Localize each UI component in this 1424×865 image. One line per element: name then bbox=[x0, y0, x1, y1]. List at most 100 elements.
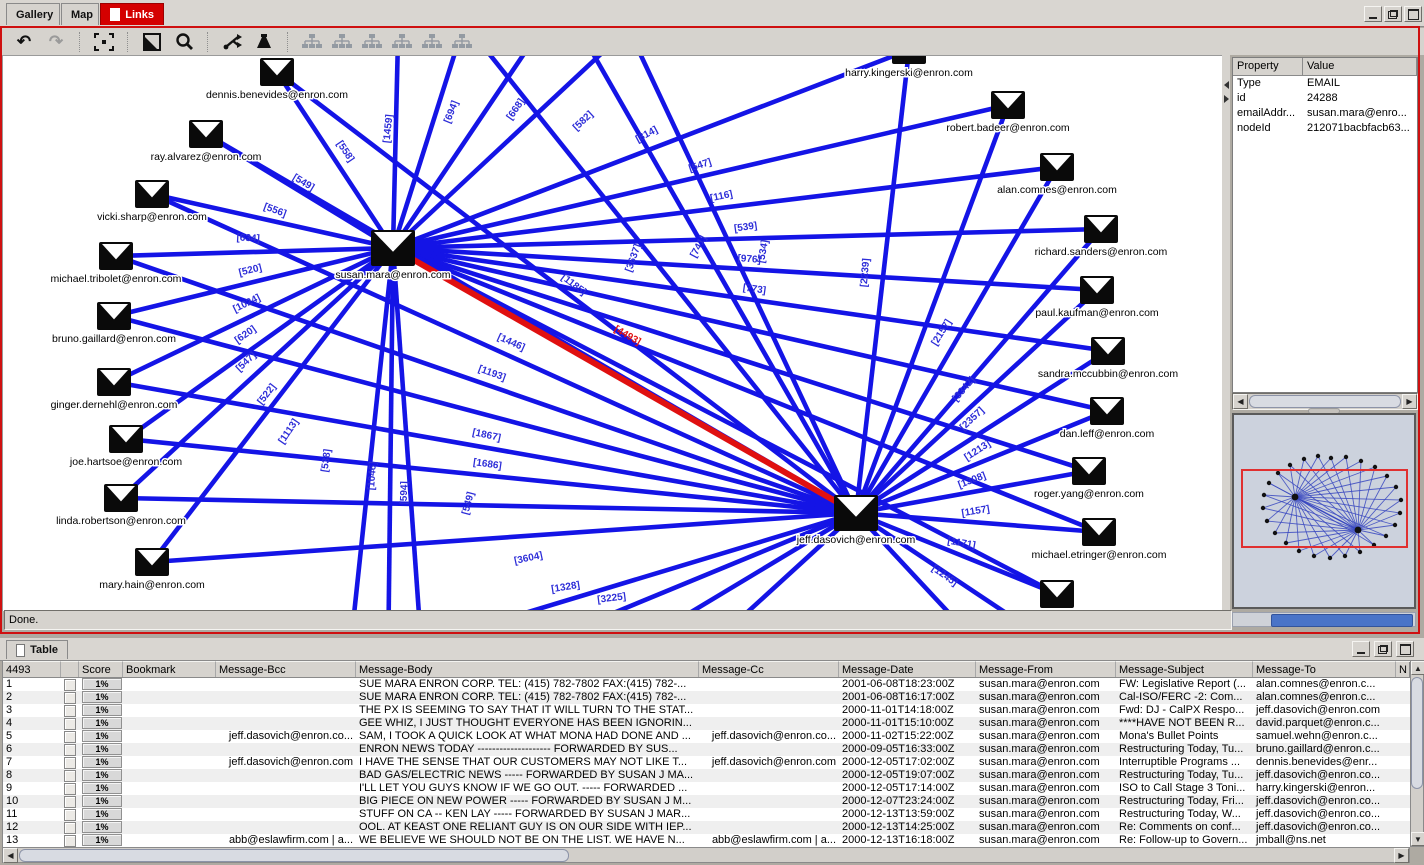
expand-right-icon[interactable] bbox=[1224, 95, 1229, 103]
table-row[interactable]: 111%STUFF ON CA -- KEN LAY ----- FORWARD… bbox=[3, 808, 1411, 821]
scroll-down-icon[interactable]: ▼ bbox=[1411, 832, 1424, 846]
zoom-magnifier-button[interactable] bbox=[172, 31, 196, 53]
column-header-n[interactable]: N bbox=[1396, 661, 1411, 677]
tree-layout-3-button[interactable] bbox=[360, 31, 384, 53]
graph-overview-minimap[interactable] bbox=[1232, 413, 1416, 609]
graph-node-robert.badeer[interactable]: robert.badeer@enron.com bbox=[946, 91, 1070, 134]
table-row[interactable]: 11%SUE MARA ENRON CORP. TEL: (415) 782-7… bbox=[3, 678, 1411, 691]
tree-layout-1-button[interactable] bbox=[300, 31, 324, 53]
graph-node-richard.sanders[interactable]: richard.sanders@enron.com bbox=[1035, 215, 1168, 258]
bookmark-checkbox[interactable] bbox=[64, 809, 76, 821]
maximize-button[interactable] bbox=[1404, 6, 1422, 22]
table-restore-button[interactable] bbox=[1374, 641, 1392, 657]
table-row[interactable]: 21%SUE MARA ENRON CORP. TEL: (415) 782-7… bbox=[3, 691, 1411, 704]
graph-edge[interactable] bbox=[393, 56, 399, 248]
tree-layout-6-button[interactable] bbox=[450, 31, 474, 53]
table-hscroll-thumb[interactable] bbox=[19, 849, 569, 862]
table-maximize-button[interactable] bbox=[1396, 641, 1414, 657]
bookmark-checkbox[interactable] bbox=[64, 822, 76, 834]
graph-edge[interactable] bbox=[152, 248, 393, 562]
minimize-button[interactable] bbox=[1364, 6, 1382, 22]
table-row[interactable]: 31%THE PX IS SEEMING TO SAY THAT IT WILL… bbox=[3, 704, 1411, 717]
bookmark-checkbox[interactable] bbox=[64, 835, 76, 847]
table-row[interactable]: 121%OOL. AT KEAST ONE RELIANT GUY IS ON … bbox=[3, 821, 1411, 834]
graph-node-alan.comnes[interactable]: alan.comnes@enron.com bbox=[997, 153, 1117, 196]
graph-edge[interactable] bbox=[393, 105, 1008, 248]
table-vscrollbar[interactable]: ▲ ▼ bbox=[1410, 660, 1424, 847]
graph-node-linda.robertson[interactable]: linda.robertson@enron.com bbox=[56, 484, 186, 527]
bookmark-checkbox[interactable] bbox=[64, 783, 76, 795]
table-row[interactable]: 41%GEE WHIZ, I JUST THOUGHT EVERYONE HAS… bbox=[3, 717, 1411, 730]
column-header-message-body[interactable]: Message-Body bbox=[356, 661, 699, 677]
undo-button[interactable]: ↶ bbox=[12, 31, 36, 53]
table-row[interactable]: 81%BAD GAS/ELECTRIC NEWS ----- FORWARDED… bbox=[3, 769, 1411, 782]
restore-button[interactable] bbox=[1384, 6, 1402, 22]
column-header-message-date[interactable]: Message-Date bbox=[839, 661, 976, 677]
tab-gallery[interactable]: Gallery bbox=[6, 3, 60, 25]
tab-links[interactable]: Links bbox=[100, 3, 164, 25]
column-header-message-bcc[interactable]: Message-Bcc bbox=[216, 661, 356, 677]
table-hscrollbar[interactable]: ◀ ▶ bbox=[2, 847, 1410, 863]
path-fork-button[interactable] bbox=[220, 31, 244, 53]
filter-flask-button[interactable] bbox=[252, 31, 276, 53]
link-graph-canvas[interactable]: [1459][694][668][582][814][547][116][539… bbox=[2, 55, 1223, 611]
tab-table[interactable]: Table bbox=[6, 640, 68, 659]
table-row[interactable]: 131%abb@eslawfirm.com | a...WE BELIEVE W… bbox=[3, 834, 1411, 847]
zoom-area-button[interactable] bbox=[140, 31, 164, 53]
zoom-fit-button[interactable] bbox=[92, 31, 116, 53]
tab-map[interactable]: Map bbox=[61, 3, 99, 25]
column-header-message-subject[interactable]: Message-Subject bbox=[1116, 661, 1253, 677]
scroll-up-icon[interactable]: ▲ bbox=[1411, 661, 1424, 675]
graph-node-dennis.benevides[interactable]: dennis.benevides@enron.com bbox=[206, 58, 348, 101]
collapse-left-icon[interactable] bbox=[1224, 81, 1229, 89]
column-header-4493[interactable]: 4493 bbox=[3, 661, 61, 677]
column-header-message-cc[interactable]: Message-Cc bbox=[699, 661, 839, 677]
graph-node-email[interactable] bbox=[1040, 580, 1074, 608]
table-vscroll-thumb[interactable] bbox=[1411, 677, 1423, 789]
property-row[interactable]: emailAddr...susan.mara@enro... bbox=[1233, 106, 1417, 121]
column-header-score[interactable]: Score bbox=[79, 661, 123, 677]
scroll-left-icon[interactable]: ◀ bbox=[3, 848, 18, 863]
graph-edge[interactable] bbox=[393, 56, 473, 248]
table-row[interactable]: 51%jeff.dasovich@enron.co...SAM, I TOOK … bbox=[3, 730, 1411, 743]
redo-button[interactable]: ↷ bbox=[44, 31, 68, 53]
bookmark-checkbox[interactable] bbox=[64, 796, 76, 808]
column-header-property[interactable]: Property bbox=[1233, 58, 1303, 75]
graph-node-harry.kingerski[interactable]: harry.kingerski@enron.com bbox=[845, 56, 973, 79]
graph-edge[interactable] bbox=[116, 248, 393, 256]
bookmark-checkbox[interactable] bbox=[64, 692, 76, 704]
table-row[interactable]: 71%jeff.dasovich@enron.comI HAVE THE SEN… bbox=[3, 756, 1411, 769]
scroll-right-icon[interactable]: ▶ bbox=[1402, 394, 1417, 409]
table-minimize-button[interactable] bbox=[1352, 641, 1370, 657]
bookmark-checkbox[interactable] bbox=[64, 705, 76, 717]
minimap-hscrollbar[interactable] bbox=[1232, 612, 1416, 627]
graph-node-mary.hain[interactable]: mary.hain@enron.com bbox=[99, 548, 205, 591]
minimap-hscroll-thumb[interactable] bbox=[1271, 614, 1413, 627]
tree-layout-4-button[interactable] bbox=[390, 31, 414, 53]
graph-edge[interactable] bbox=[393, 56, 563, 248]
table-row[interactable]: 91%I'LL LET YOU GUYS KNOW IF WE GO OUT. … bbox=[3, 782, 1411, 795]
vertical-splitter[interactable] bbox=[1222, 55, 1230, 610]
property-row[interactable]: nodeId212071bacbfacb63... bbox=[1233, 121, 1417, 136]
column-header-checkbox[interactable] bbox=[61, 661, 79, 677]
graph-edge[interactable] bbox=[393, 248, 423, 611]
scroll-left-icon[interactable]: ◀ bbox=[1233, 394, 1248, 409]
graph-node-ray.alvarez[interactable]: ray.alvarez@enron.com bbox=[151, 120, 262, 163]
tree-layout-2-button[interactable] bbox=[330, 31, 354, 53]
column-header-bookmark[interactable]: Bookmark bbox=[123, 661, 216, 677]
bookmark-checkbox[interactable] bbox=[64, 679, 76, 691]
scroll-right-icon[interactable]: ▶ bbox=[1394, 848, 1409, 863]
property-row[interactable]: TypeEMAIL bbox=[1233, 76, 1417, 91]
table-row[interactable]: 61%ENRON NEWS TODAY --------------------… bbox=[3, 743, 1411, 756]
property-hscroll-thumb[interactable] bbox=[1249, 395, 1401, 408]
graph-node-michael.etringer[interactable]: michael.etringer@enron.com bbox=[1032, 518, 1167, 561]
property-row[interactable]: id24288 bbox=[1233, 91, 1417, 106]
column-header-message-to[interactable]: Message-To bbox=[1253, 661, 1396, 677]
graph-node-michael.tribolet[interactable]: michael.tribolet@enron.com bbox=[51, 242, 182, 285]
bookmark-checkbox[interactable] bbox=[64, 731, 76, 743]
graph-node-bruno.gaillard[interactable]: bruno.gaillard@enron.com bbox=[52, 302, 176, 345]
tree-layout-5-button[interactable] bbox=[420, 31, 444, 53]
graph-node-joe.hartsoe[interactable]: joe.hartsoe@enron.com bbox=[69, 425, 182, 468]
bookmark-checkbox[interactable] bbox=[64, 744, 76, 756]
bookmark-checkbox[interactable] bbox=[64, 770, 76, 782]
